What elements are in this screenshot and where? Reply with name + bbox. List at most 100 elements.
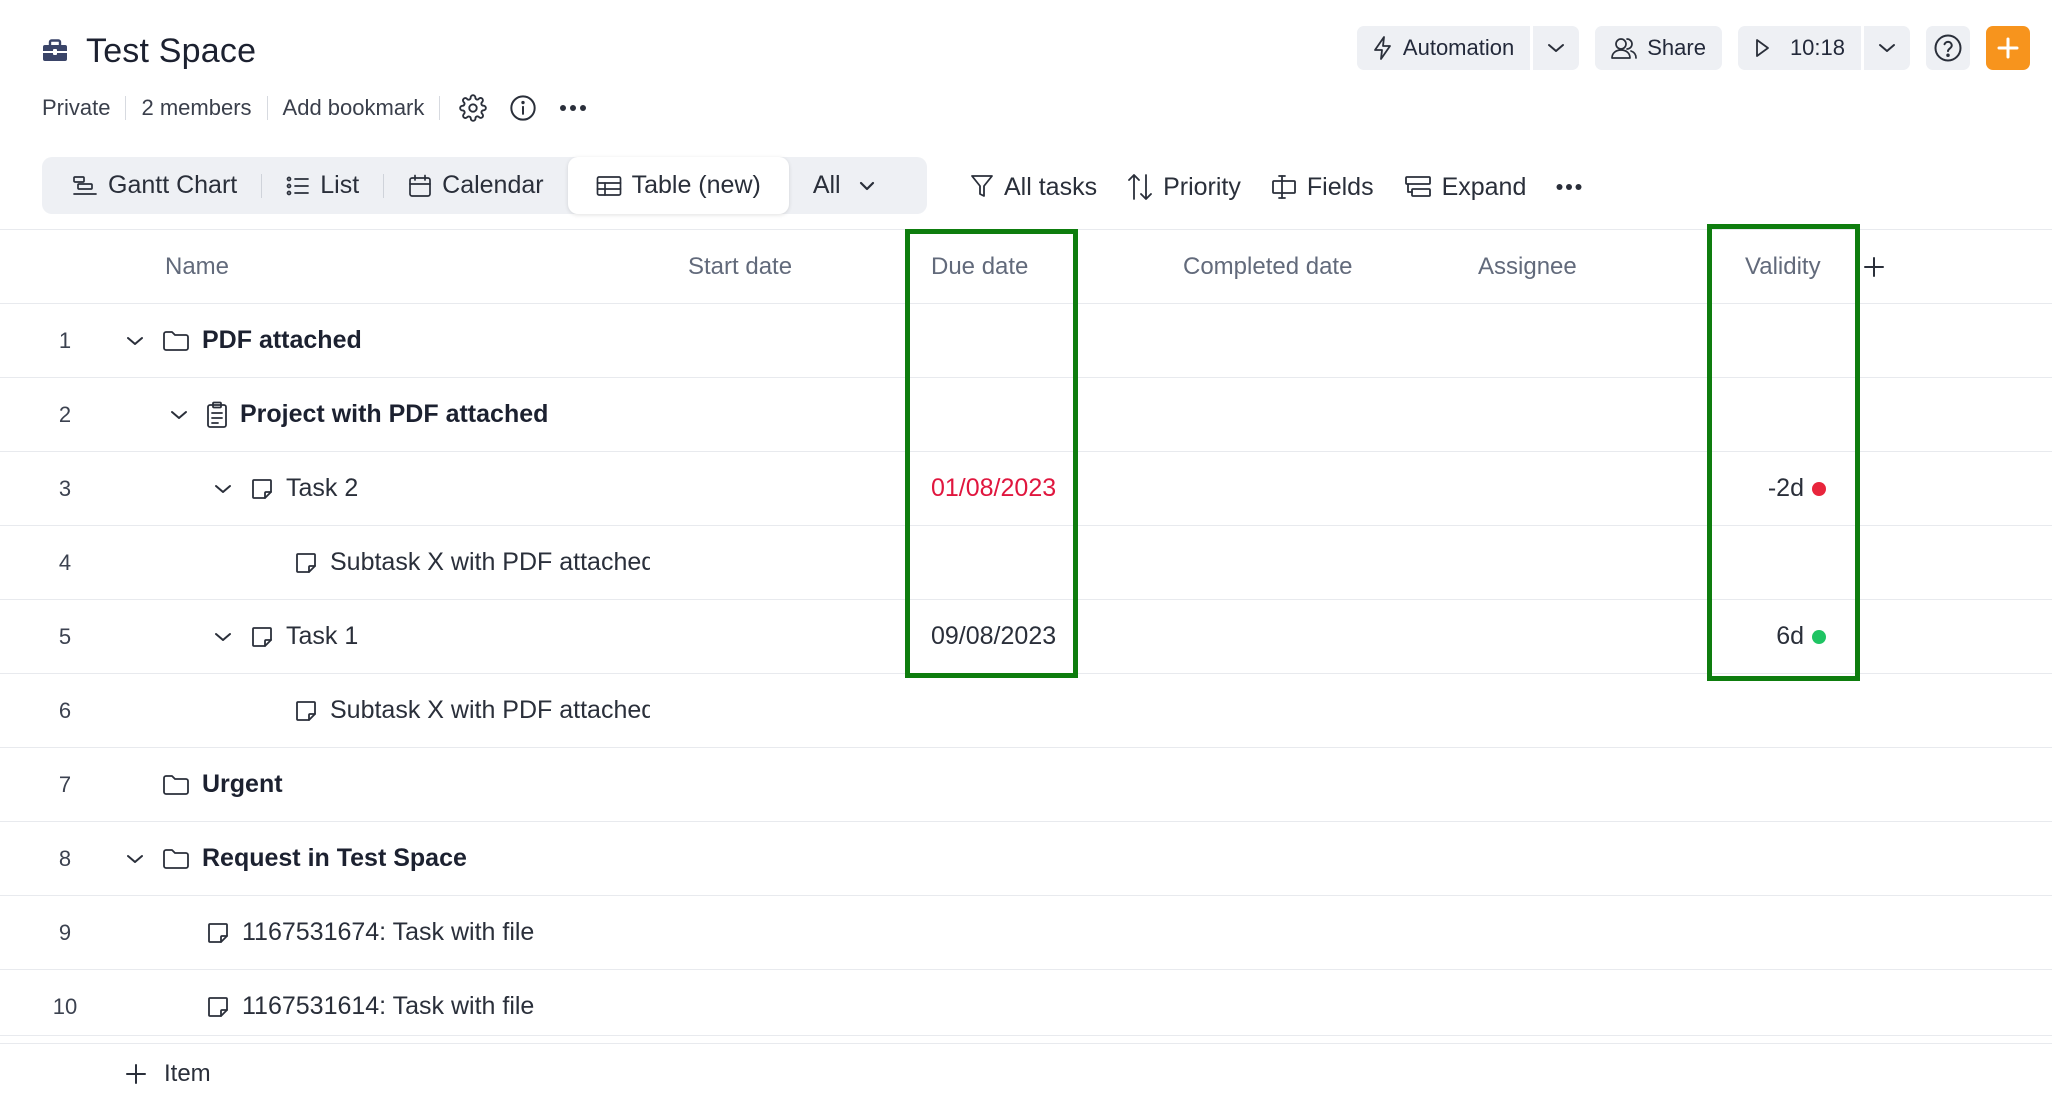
validity-cell <box>1700 970 1826 1043</box>
task-table: Name Start date Due date Completed date … <box>0 229 2052 1044</box>
space-header: Test Space <box>42 30 256 72</box>
task-name[interactable]: Task 1 <box>286 622 358 651</box>
note-icon <box>206 921 230 945</box>
validity-cell <box>1700 304 1826 377</box>
members-link[interactable]: 2 members <box>126 95 266 121</box>
validity-value: 6d <box>1776 622 1804 650</box>
info-icon[interactable] <box>506 91 540 125</box>
list-icon <box>286 175 310 197</box>
task-name[interactable]: Subtask X with PDF attached <box>330 696 650 725</box>
table-row[interactable]: 8 Request in Test Space <box>0 822 2052 896</box>
tab-calendar[interactable]: Calendar <box>384 157 567 214</box>
name-cell[interactable]: Project with PDF attached <box>164 378 548 451</box>
space-title[interactable]: Test Space <box>86 32 256 71</box>
column-header-start-date[interactable]: Start date <box>688 230 792 304</box>
name-cell[interactable]: Subtask X with PDF attached <box>252 526 650 599</box>
task-name[interactable]: PDF attached <box>202 326 362 355</box>
chevron-down-icon[interactable] <box>120 326 150 356</box>
row-number: 9 <box>58 919 72 945</box>
column-header-completed-date[interactable]: Completed date <box>1183 230 1352 304</box>
tab-list[interactable]: List <box>262 157 383 214</box>
timer-button[interactable]: 10:18 <box>1737 26 1861 70</box>
task-name[interactable]: Subtask X with PDF attached <box>330 548 650 577</box>
row-number: 1 <box>58 327 72 353</box>
plus-icon <box>1862 255 1886 279</box>
priority-sort[interactable]: Priority <box>1127 173 1241 202</box>
chevron-down-icon <box>859 180 875 192</box>
name-cell[interactable]: Subtask X with PDF attached <box>252 674 650 747</box>
automation-button[interactable]: Automation <box>1356 26 1531 70</box>
add-item-label: Item <box>164 1060 211 1087</box>
due-date-cell[interactable]: 09/08/2023 <box>931 600 1056 673</box>
all-tasks-filter[interactable]: All tasks <box>970 173 1097 202</box>
column-header-due-date[interactable]: Due date <box>931 230 1028 304</box>
row-number: 2 <box>58 401 72 427</box>
task-name[interactable]: Project with PDF attached <box>240 400 548 429</box>
share-button[interactable]: Share <box>1595 26 1722 70</box>
filter-icon <box>970 174 994 200</box>
table-row[interactable]: 9 1167531674: Task with file <box>0 896 2052 970</box>
tab-label: Calendar <box>442 171 544 199</box>
name-cell[interactable]: Urgent <box>120 748 283 821</box>
table-row[interactable]: 6 Subtask X with PDF attached <box>0 674 2052 748</box>
visibility-label[interactable]: Private <box>42 95 125 121</box>
table-row[interactable]: 4 Subtask X with PDF attached <box>0 526 2052 600</box>
play-icon <box>1754 38 1770 58</box>
column-header-name[interactable]: Name <box>165 230 229 304</box>
table-row[interactable]: 1 PDF attached <box>0 304 2052 378</box>
name-cell[interactable]: PDF attached <box>120 304 362 377</box>
validity-cell <box>1700 748 1826 821</box>
task-name[interactable]: Urgent <box>202 770 283 799</box>
validity-cell <box>1700 378 1826 451</box>
timer-dropdown[interactable] <box>1864 26 1910 70</box>
view-filter-dropdown[interactable]: All <box>789 157 899 214</box>
expand-button[interactable]: Expand <box>1404 173 1526 202</box>
task-name[interactable]: 1167531674: Task with file <box>242 918 534 947</box>
note-icon <box>294 699 318 723</box>
fields-button[interactable]: Fields <box>1271 173 1374 202</box>
automation-label: Automation <box>1402 35 1515 60</box>
table-row[interactable]: 2 Project with PDF attached <box>0 378 2052 452</box>
all-tasks-label: All tasks <box>1004 172 1098 201</box>
chevron-down-icon[interactable] <box>164 400 194 430</box>
chevron-down-icon[interactable] <box>208 474 238 504</box>
column-header-assignee[interactable]: Assignee <box>1478 230 1577 304</box>
more-options-button[interactable] <box>1556 183 1582 191</box>
add-bookmark-link[interactable]: Add bookmark <box>268 95 440 121</box>
plus-icon <box>1996 36 2020 60</box>
column-header-validity[interactable]: Validity <box>1745 230 1821 304</box>
table-row[interactable]: 10 1167531614: Task with file <box>0 970 2052 1044</box>
timer-value: 10:18 <box>1789 35 1845 60</box>
task-name[interactable]: 1167531614: Task with file <box>242 992 534 1021</box>
plus-icon <box>124 1062 148 1086</box>
chevron-down-icon[interactable] <box>208 622 238 652</box>
add-item-button[interactable]: Item <box>124 1056 211 1092</box>
automation-dropdown[interactable] <box>1533 26 1580 70</box>
name-cell[interactable]: 1167531614: Task with file <box>164 970 534 1043</box>
due-date-cell[interactable]: 01/08/2023 <box>931 452 1056 525</box>
task-name[interactable]: Request in Test Space <box>202 844 467 873</box>
chevron-down-icon <box>252 548 282 578</box>
table-row[interactable]: 3 Task 2 01/08/2023 -2d <box>0 452 2052 526</box>
chevron-down-icon <box>164 992 194 1022</box>
name-cell[interactable]: Request in Test Space <box>120 822 467 895</box>
tab-gantt-chart[interactable]: Gantt Chart <box>48 157 261 214</box>
name-cell[interactable]: Task 1 <box>208 600 358 673</box>
create-button[interactable] <box>1986 26 2030 70</box>
validity-cell <box>1700 526 1826 599</box>
table-row[interactable]: 5 Task 1 09/08/2023 6d <box>0 600 2052 674</box>
gear-icon[interactable] <box>456 91 490 125</box>
chevron-down-icon[interactable] <box>120 844 150 874</box>
tab-table-new[interactable]: Table (new) <box>567 157 789 214</box>
add-column-button[interactable] <box>1862 230 1886 304</box>
briefcase-icon <box>42 39 68 63</box>
folder-icon <box>162 847 190 871</box>
name-cell[interactable]: 1167531674: Task with file <box>164 896 534 969</box>
task-name[interactable]: Task 2 <box>286 474 358 503</box>
more-icon[interactable] <box>556 91 590 125</box>
table-row[interactable]: 7 Urgent <box>0 748 2052 822</box>
lightning-icon <box>1373 36 1393 60</box>
more-icon <box>1556 183 1582 191</box>
name-cell[interactable]: Task 2 <box>208 452 358 525</box>
help-button[interactable] <box>1926 26 1970 70</box>
